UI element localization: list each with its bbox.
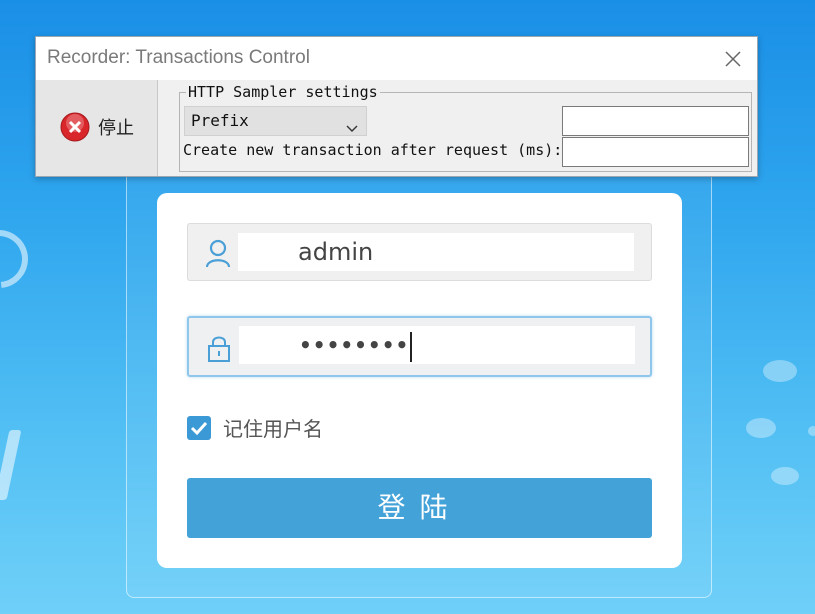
login-button[interactable]: 登陆 [187, 478, 652, 538]
create-transaction-label: Create new transaction after request (ms… [183, 141, 563, 159]
chevron-down-icon [346, 115, 358, 132]
stop-button[interactable]: 停止 [36, 80, 158, 176]
password-row: •••••••• [187, 316, 652, 377]
background-bubble [746, 418, 776, 438]
background-bubble [763, 360, 797, 382]
remember-label: 记住用户名 [223, 417, 323, 441]
close-icon[interactable] [723, 49, 743, 69]
naming-scheme-select[interactable]: Prefix [184, 106, 367, 136]
naming-scheme-value: Prefix [191, 111, 249, 130]
dialog-titlebar: Recorder: Transactions Control [36, 37, 757, 80]
remember-checkbox[interactable] [187, 416, 211, 440]
background-bubble [771, 467, 799, 485]
user-icon [204, 238, 232, 268]
check-icon [190, 421, 208, 436]
username-input[interactable]: admin [238, 233, 634, 271]
password-mask: •••••••• [299, 333, 410, 357]
group-title: HTTP Sampler settings [186, 83, 380, 101]
transaction-delay-input[interactable] [562, 137, 749, 167]
background-arc-decoration [0, 218, 40, 300]
stop-label: 停止 [98, 118, 134, 139]
username-row: admin [187, 223, 652, 281]
text-caret [410, 331, 413, 362]
stop-icon [60, 112, 90, 142]
password-input[interactable]: •••••••• [239, 326, 635, 364]
lock-icon [205, 333, 233, 363]
prefix-input[interactable] [562, 106, 749, 136]
dialog-title: Recorder: Transactions Control [47, 47, 310, 68]
recorder-dialog: Recorder: Transactions Control 停止 HTTP S… [35, 36, 758, 177]
background-stroke-decoration [0, 430, 22, 500]
background-bubble [808, 426, 815, 436]
